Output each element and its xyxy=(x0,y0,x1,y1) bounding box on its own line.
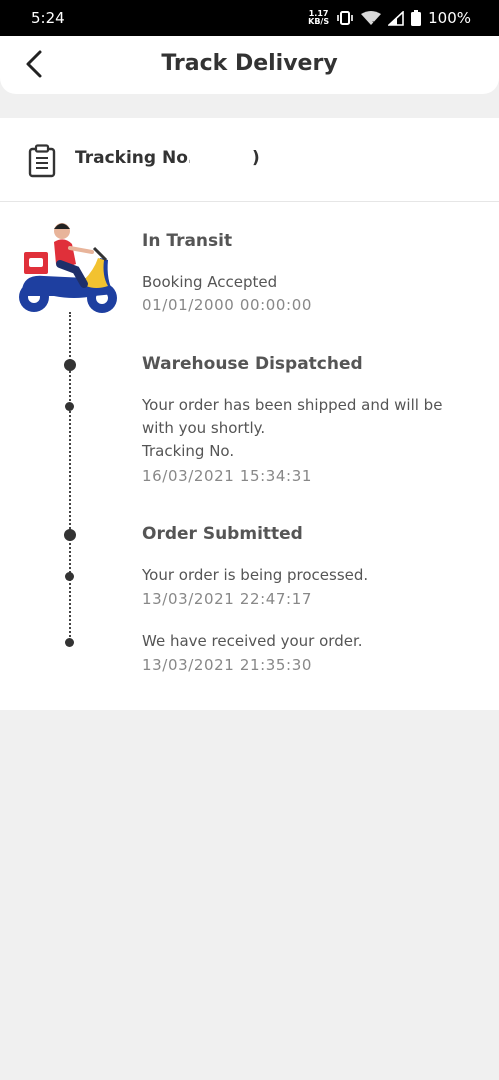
status-icons: 1.17 KB/S x 100% xyxy=(308,9,471,27)
timeline-tracking-number: Tracking No. xyxy=(142,442,235,460)
timeline-dot xyxy=(65,402,74,411)
page-title: Track Delivery xyxy=(161,51,338,76)
timeline-heading-in-transit: In Transit xyxy=(142,231,233,251)
signal-icon xyxy=(388,10,404,26)
vibrate-icon xyxy=(337,11,353,25)
timeline-heading-order-submitted: Order Submitted xyxy=(142,524,303,544)
clipboard-icon xyxy=(28,144,56,178)
status-bar: 5:24 1.17 KB/S x 100% xyxy=(0,0,499,36)
timeline-heading-warehouse-dispatched: Warehouse Dispatched xyxy=(142,354,363,374)
timeline-date: 13/03/2021 22:47:17 xyxy=(142,590,312,608)
network-speed: 1.17 KB/S xyxy=(308,9,330,26)
tracking-number-card: Tracking No. ) xyxy=(0,118,499,202)
timeline-date: 13/03/2021 21:35:30 xyxy=(142,656,312,674)
battery-icon xyxy=(411,10,422,26)
wifi-icon: x xyxy=(361,10,382,26)
timeline-dot xyxy=(65,638,74,647)
tracking-number-redaction xyxy=(190,148,256,170)
status-time: 5:24 xyxy=(31,9,65,27)
app-header: Track Delivery xyxy=(0,36,499,94)
timeline-dot xyxy=(64,359,76,371)
timeline-text: We have received your order. xyxy=(142,632,363,650)
delivery-timeline: In Transit Booking Accepted 01/01/2000 0… xyxy=(0,202,499,710)
timeline-date: 01/01/2000 00:00:00 xyxy=(142,296,312,314)
timeline-text: Your order has been shipped and will be xyxy=(142,396,443,414)
timeline-dot xyxy=(65,572,74,581)
timeline-dot xyxy=(64,529,76,541)
delivery-scooter-icon xyxy=(19,223,117,313)
timeline-text: with you shortly. xyxy=(142,419,266,437)
svg-text:x: x xyxy=(372,19,376,26)
timeline-text: Booking Accepted xyxy=(142,273,278,291)
battery-level: 100% xyxy=(428,9,471,27)
tracking-number-suffix: ) xyxy=(252,148,260,168)
timeline-date: 16/03/2021 15:34:31 xyxy=(142,467,312,485)
tracking-number-label: Tracking No. xyxy=(75,148,195,168)
timeline-text: Your order is being processed. xyxy=(142,566,369,584)
